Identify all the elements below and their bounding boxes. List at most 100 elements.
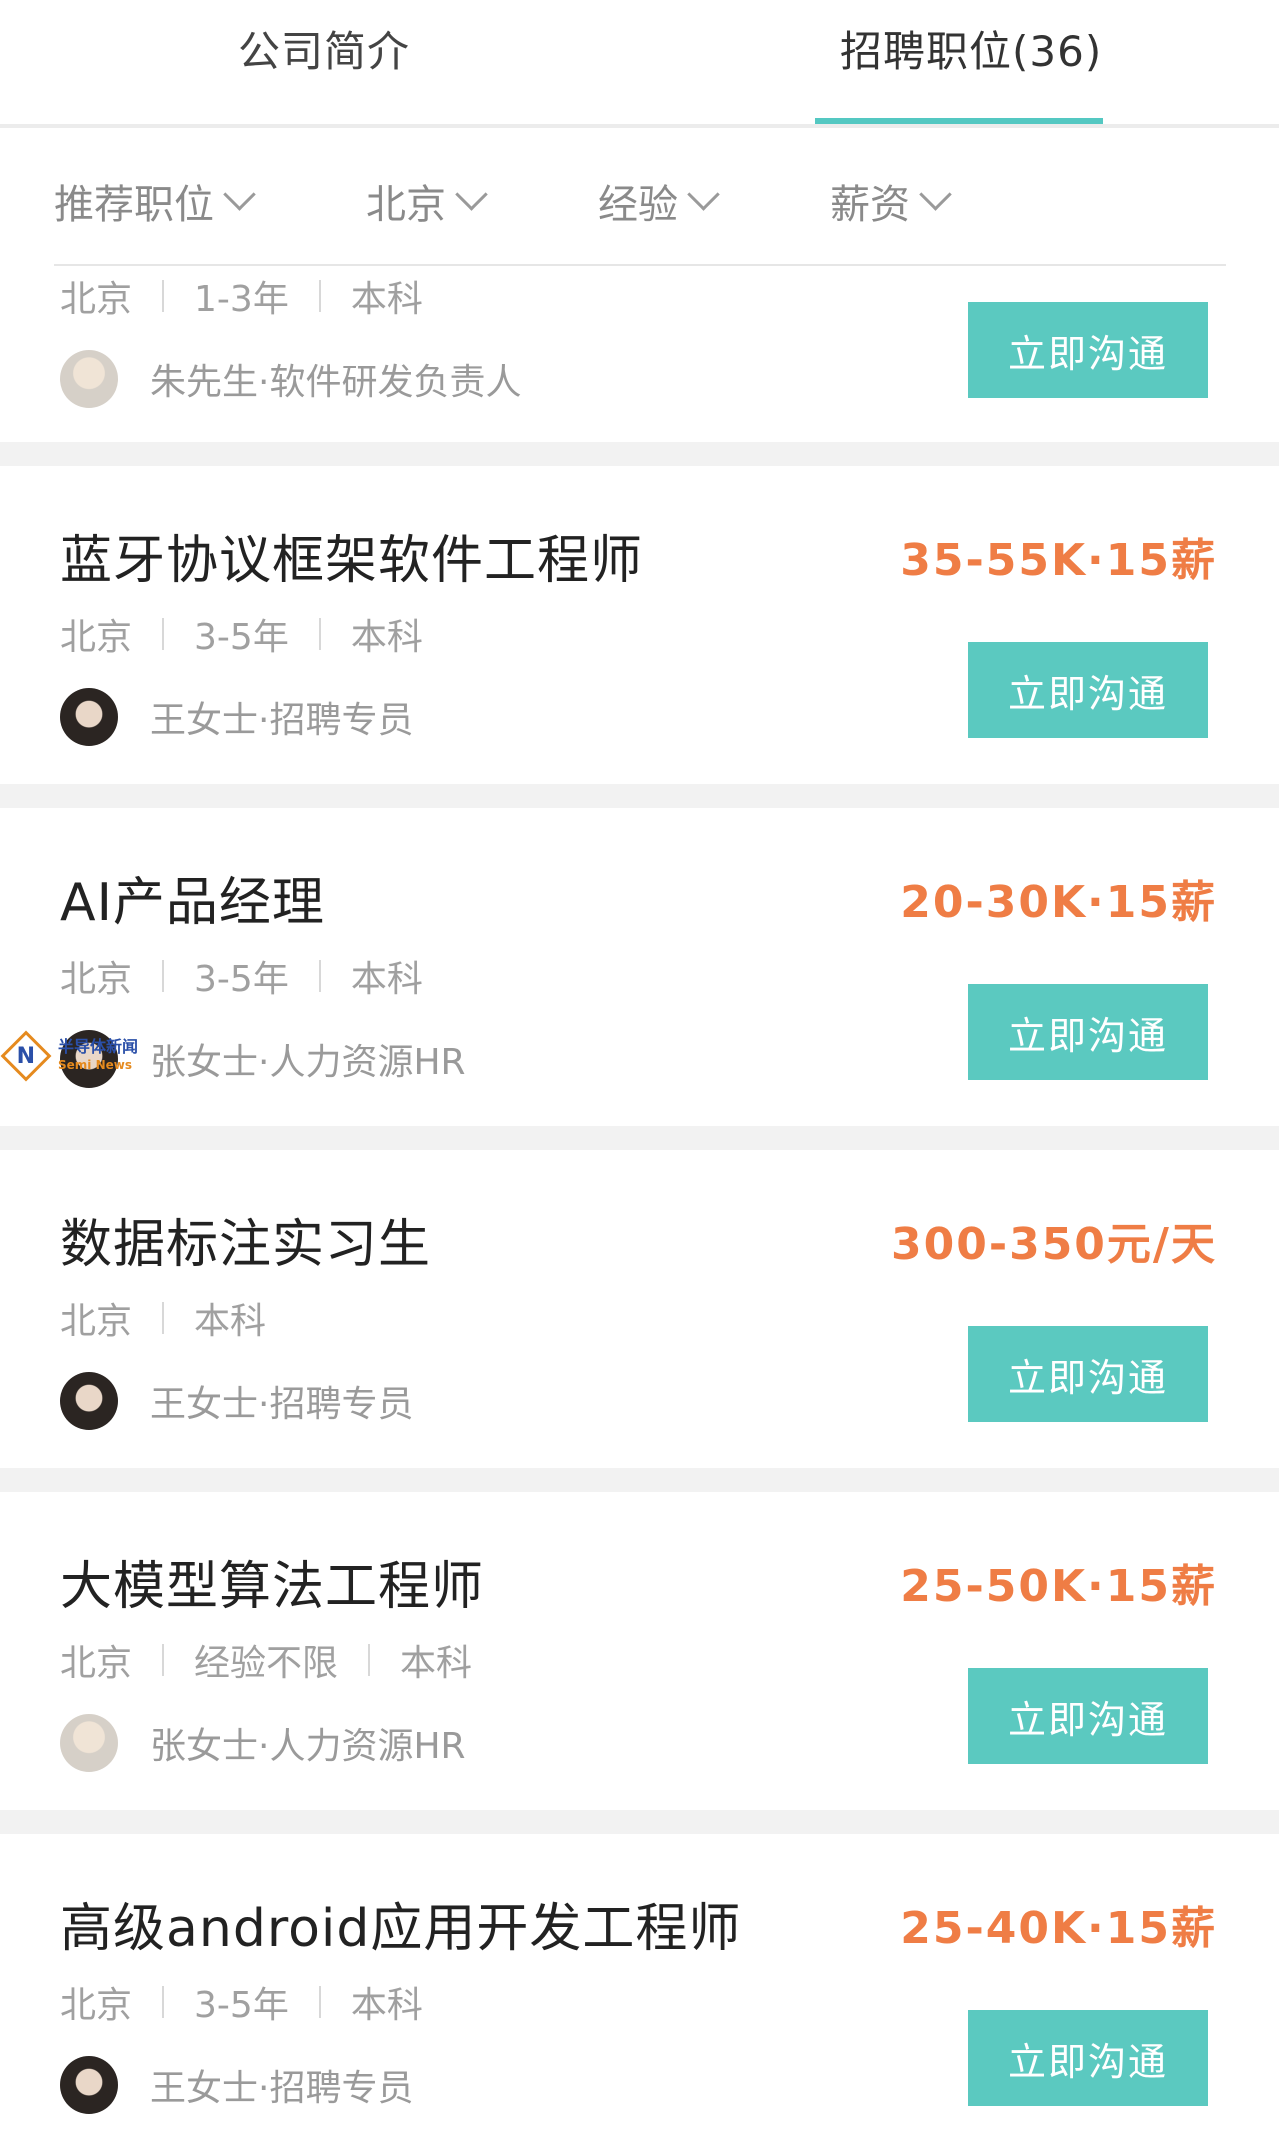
card-separator: [0, 1810, 1279, 1834]
recruiter-name: 王女士·招聘专员: [150, 1384, 414, 1425]
job-card[interactable]: 大模型算法工程师 25-50K·15薪 北京 经验不限 本科 张女士·人力资源H…: [0, 1492, 1279, 1810]
job-education: 本科: [350, 279, 423, 320]
chat-now-button[interactable]: 立即沟通: [968, 1668, 1208, 1764]
filter-label: 推荐职位: [54, 182, 214, 228]
chevron-down-icon: [455, 177, 488, 211]
watermark-sub: Semi News: [58, 1058, 132, 1072]
job-experience: 3-5年: [194, 1985, 289, 2026]
job-meta: 北京 3-5年 本科: [60, 1976, 423, 2028]
filter-bar: 推荐职位 北京 经验 薪资: [0, 128, 1279, 264]
chevron-down-icon: [919, 177, 952, 211]
job-meta: 北京 3-5年 本科: [60, 608, 423, 660]
tab-job-openings[interactable]: 招聘职位(36): [840, 18, 1102, 79]
job-meta: 北京 3-5年 本科: [60, 950, 423, 1002]
avatar: [60, 350, 118, 408]
chat-now-button[interactable]: 立即沟通: [968, 642, 1208, 738]
filter-label: 北京: [366, 182, 446, 228]
recruiter-name: 张女士·人力资源HR: [150, 1726, 466, 1767]
watermark-text: 半导体新闻 Semi News: [58, 1038, 138, 1074]
card-separator: [0, 784, 1279, 808]
job-experience: 3-5年: [194, 959, 289, 1000]
avatar: [60, 688, 118, 746]
divider: [318, 280, 321, 312]
job-card[interactable]: 高级android应用开发工程师 25-40K·15薪 北京 3-5年 本科 王…: [0, 1834, 1279, 2130]
card-separator: [0, 1468, 1279, 1492]
job-title: 大模型算法工程师: [60, 1557, 485, 1617]
recruiter-name: 王女士·招聘专员: [150, 2068, 414, 2109]
card-separator: [0, 1126, 1279, 1150]
divider: [162, 1302, 165, 1334]
job-education: 本科: [400, 1643, 473, 1684]
chat-now-button[interactable]: 立即沟通: [968, 2010, 1208, 2106]
divider: [162, 960, 165, 992]
job-card[interactable]: 北京 1-3年 本科 朱先生·软件研发负责人 立即沟通: [0, 266, 1279, 442]
divider: [162, 280, 165, 312]
divider: [318, 1986, 321, 2018]
job-education: 本科: [350, 959, 423, 1000]
job-card[interactable]: 数据标注实习生 300-350元/天 北京 本科 王女士·招聘专员 立即沟通: [0, 1150, 1279, 1468]
recruiter: 王女士·招聘专员: [60, 688, 413, 746]
job-salary: 20-30K·15薪: [900, 877, 1217, 928]
filter-salary[interactable]: 薪资: [830, 172, 952, 230]
job-title: 蓝牙协议框架软件工程师: [60, 531, 644, 591]
logo-letter: N: [16, 1043, 36, 1069]
chevron-down-icon: [223, 177, 256, 211]
recruiter-name: 王女士·招聘专员: [150, 700, 414, 741]
job-salary: 25-50K·15薪: [900, 1561, 1217, 1612]
chevron-down-icon: [687, 177, 720, 211]
job-meta: 北京 1-3年 本科: [60, 270, 423, 322]
job-city: 北京: [60, 279, 133, 320]
job-city: 北京: [60, 1643, 133, 1684]
job-education: 本科: [350, 617, 423, 658]
job-city: 北京: [60, 1301, 133, 1342]
avatar: [60, 1714, 118, 1772]
filter-label: 薪资: [830, 182, 910, 228]
tab-bar: 公司简介 招聘职位(36): [0, 0, 1279, 128]
job-city: 北京: [60, 959, 133, 1000]
job-salary: 35-55K·15薪: [900, 535, 1217, 586]
divider: [318, 618, 321, 650]
job-title: 高级android应用开发工程师: [60, 1899, 742, 1959]
recruiter: 王女士·招聘专员: [60, 2056, 413, 2114]
job-experience: 经验不限: [194, 1643, 339, 1684]
filter-city[interactable]: 北京: [366, 172, 488, 230]
recruiter-name: 张女士·人力资源HR: [150, 1042, 466, 1083]
recruiter: 朱先生·软件研发负责人: [60, 350, 521, 408]
job-salary: 300-350元/天: [890, 1219, 1217, 1270]
job-title: 数据标注实习生: [60, 1215, 432, 1275]
job-education: 本科: [350, 1985, 423, 2026]
job-experience: 1-3年: [194, 279, 289, 320]
job-city: 北京: [60, 617, 133, 658]
active-tab-indicator: [815, 118, 1103, 124]
divider: [318, 960, 321, 992]
filter-recommended[interactable]: 推荐职位: [54, 172, 256, 230]
divider: [368, 1644, 371, 1676]
chat-now-button[interactable]: 立即沟通: [968, 1326, 1208, 1422]
job-title: AI产品经理: [60, 873, 325, 933]
semi-news-watermark: N 半导体新闻 Semi News: [0, 1030, 138, 1082]
recruiter-name: 朱先生·软件研发负责人: [150, 362, 522, 403]
filter-label: 经验: [598, 182, 678, 228]
recruiter: 王女士·招聘专员: [60, 1372, 413, 1430]
job-card[interactable]: AI产品经理 20-30K·15薪 北京 3-5年 本科 张女士·人力资源HR …: [0, 808, 1279, 1126]
chat-now-button[interactable]: 立即沟通: [968, 302, 1208, 398]
chat-now-button[interactable]: 立即沟通: [968, 984, 1208, 1080]
job-card[interactable]: 蓝牙协议框架软件工程师 35-55K·15薪 北京 3-5年 本科 王女士·招聘…: [0, 466, 1279, 784]
card-separator: [0, 442, 1279, 466]
job-meta: 北京 经验不限 本科: [60, 1634, 472, 1686]
job-experience: 3-5年: [194, 617, 289, 658]
job-meta: 北京 本科: [60, 1292, 266, 1344]
job-salary: 25-40K·15薪: [900, 1903, 1217, 1954]
filter-experience[interactable]: 经验: [598, 172, 720, 230]
semi-news-logo-icon: N: [0, 1030, 52, 1082]
tab-company-intro[interactable]: 公司简介: [238, 18, 410, 79]
divider: [162, 1644, 165, 1676]
avatar: [60, 1372, 118, 1430]
avatar: [60, 2056, 118, 2114]
watermark-name: 半导体新闻: [58, 1037, 139, 1056]
divider: [162, 618, 165, 650]
recruiter: 张女士·人力资源HR: [60, 1714, 466, 1772]
divider: [162, 1986, 165, 2018]
job-city: 北京: [60, 1985, 133, 2026]
job-education: 本科: [194, 1301, 267, 1342]
